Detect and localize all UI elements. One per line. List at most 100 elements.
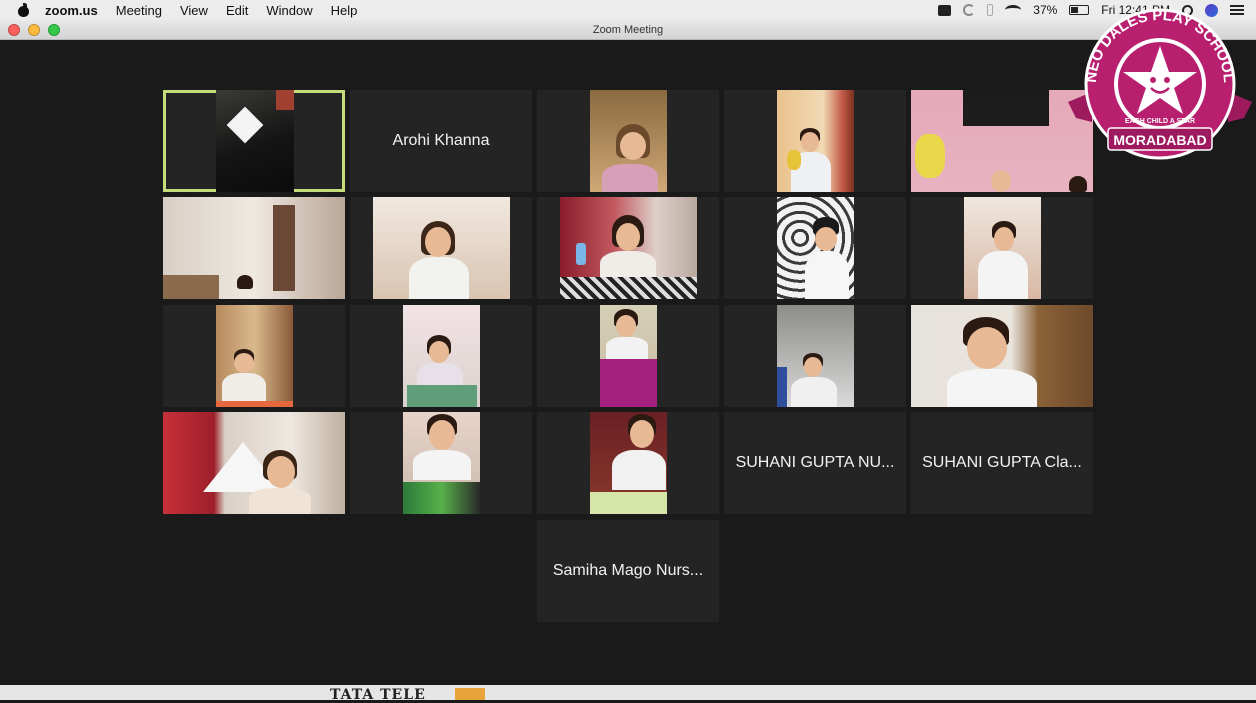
child-face — [234, 353, 254, 373]
child-face — [429, 420, 455, 450]
participant-video — [964, 197, 1041, 299]
participant-tile[interactable] — [163, 197, 345, 299]
purple-table — [600, 359, 657, 407]
minimize-window-button[interactable] — [28, 23, 40, 36]
participant-tile[interactable] — [350, 305, 532, 407]
child-hair — [1069, 176, 1087, 192]
participant-video — [403, 305, 480, 407]
badge-motto: EACH CHILD A STAR — [1125, 118, 1195, 125]
participant-tile[interactable] — [911, 197, 1093, 299]
participant-tile[interactable] — [911, 305, 1093, 407]
child-face — [429, 341, 449, 363]
toy — [787, 150, 801, 170]
participant-video — [216, 305, 293, 407]
menu-window[interactable]: Window — [266, 3, 312, 18]
child-face — [616, 223, 640, 251]
menu-help[interactable]: Help — [331, 3, 358, 18]
child-body — [409, 257, 469, 299]
participant-video — [600, 305, 657, 407]
minion-toy — [915, 134, 945, 178]
child-face — [815, 227, 837, 251]
participant-video — [777, 197, 854, 299]
participant-tile[interactable] — [724, 305, 906, 407]
participant-tile[interactable] — [163, 90, 345, 192]
star-eye-right — [1164, 77, 1170, 83]
participant-name: Arohi Khanna — [392, 132, 490, 149]
child-body — [413, 450, 471, 480]
participant-tile[interactable] — [911, 90, 1093, 192]
participant-name: Samiha Mago Nurs... — [552, 562, 704, 579]
participant-name: SUHANI GUPTA Cla... — [922, 454, 1082, 471]
bottom-strip: TATA TELE — [0, 685, 1256, 703]
zoom-camera-icon[interactable] — [938, 4, 952, 16]
child-face — [620, 132, 646, 160]
participant-video — [216, 90, 294, 192]
child-face — [616, 315, 636, 337]
child-body — [602, 164, 658, 192]
participant-video — [163, 197, 345, 299]
floor-mat — [216, 401, 293, 407]
child-face — [425, 227, 451, 257]
participant-tile[interactable] — [163, 305, 345, 407]
child-face — [267, 456, 295, 488]
do-not-disturb-icon[interactable] — [963, 4, 976, 16]
participant-video — [911, 90, 1093, 192]
child-body — [222, 373, 266, 403]
participant-video — [590, 412, 667, 514]
child-body — [791, 377, 837, 407]
participant-tile[interactable] — [537, 90, 719, 192]
child-face — [994, 227, 1014, 251]
participant-video — [560, 197, 697, 299]
child-body — [947, 369, 1037, 407]
menu-view[interactable]: View — [180, 3, 208, 18]
participant-video — [163, 412, 345, 514]
play-mat — [407, 385, 477, 407]
participant-video — [403, 412, 480, 514]
craft-board — [403, 482, 480, 514]
child-body — [612, 450, 666, 490]
participant-video — [911, 305, 1093, 407]
child-body — [249, 488, 311, 514]
participant-tile[interactable]: Samiha Mago Nurs... — [537, 520, 719, 622]
child-face — [991, 170, 1011, 192]
school-logo-badge: NEO DALES PLAY SCHOOL EACH CHILD A STAR … — [1068, 7, 1252, 160]
menu-meeting[interactable]: Meeting — [116, 3, 162, 18]
participant-tile[interactable]: SUHANI GUPTA NU... — [724, 412, 906, 514]
participant-tile[interactable] — [724, 90, 906, 192]
video-detail — [276, 90, 294, 110]
fullscreen-window-button[interactable] — [48, 23, 60, 36]
child-body — [978, 251, 1028, 299]
child-face — [630, 420, 654, 448]
star-eye-left — [1150, 77, 1156, 83]
battery-percent: 37% — [1033, 3, 1058, 17]
child-face — [967, 327, 1007, 369]
participant-tile[interactable] — [537, 197, 719, 299]
television — [963, 90, 1049, 126]
menu-edit[interactable]: Edit — [226, 3, 248, 18]
child-face — [801, 132, 819, 152]
participant-tile[interactable] — [724, 197, 906, 299]
app-menu-zoom[interactable]: zoom.us — [45, 3, 98, 18]
wifi-icon[interactable] — [1005, 5, 1022, 15]
child-body — [606, 337, 648, 359]
water-bottle — [576, 243, 586, 265]
window-controls — [8, 23, 60, 36]
participant-video — [777, 90, 854, 192]
bluetooth-icon[interactable] — [987, 4, 994, 16]
door — [273, 205, 295, 291]
participant-tile[interactable] — [350, 412, 532, 514]
participant-tile[interactable] — [163, 412, 345, 514]
participant-tile[interactable] — [537, 412, 719, 514]
participant-video — [590, 90, 667, 192]
participant-tile[interactable]: SUHANI GUPTA Cla... — [911, 412, 1093, 514]
brand-text: TATA TELE — [330, 687, 426, 703]
participant-tile[interactable]: Arohi Khanna — [350, 90, 532, 192]
child-hair — [237, 275, 253, 289]
furniture — [163, 275, 219, 299]
table-cloth — [560, 277, 697, 299]
participant-tile[interactable] — [537, 305, 719, 407]
participant-tile[interactable] — [350, 197, 532, 299]
participant-video — [777, 305, 854, 407]
close-window-button[interactable] — [8, 23, 20, 36]
apple-logo-icon[interactable] — [17, 3, 31, 17]
